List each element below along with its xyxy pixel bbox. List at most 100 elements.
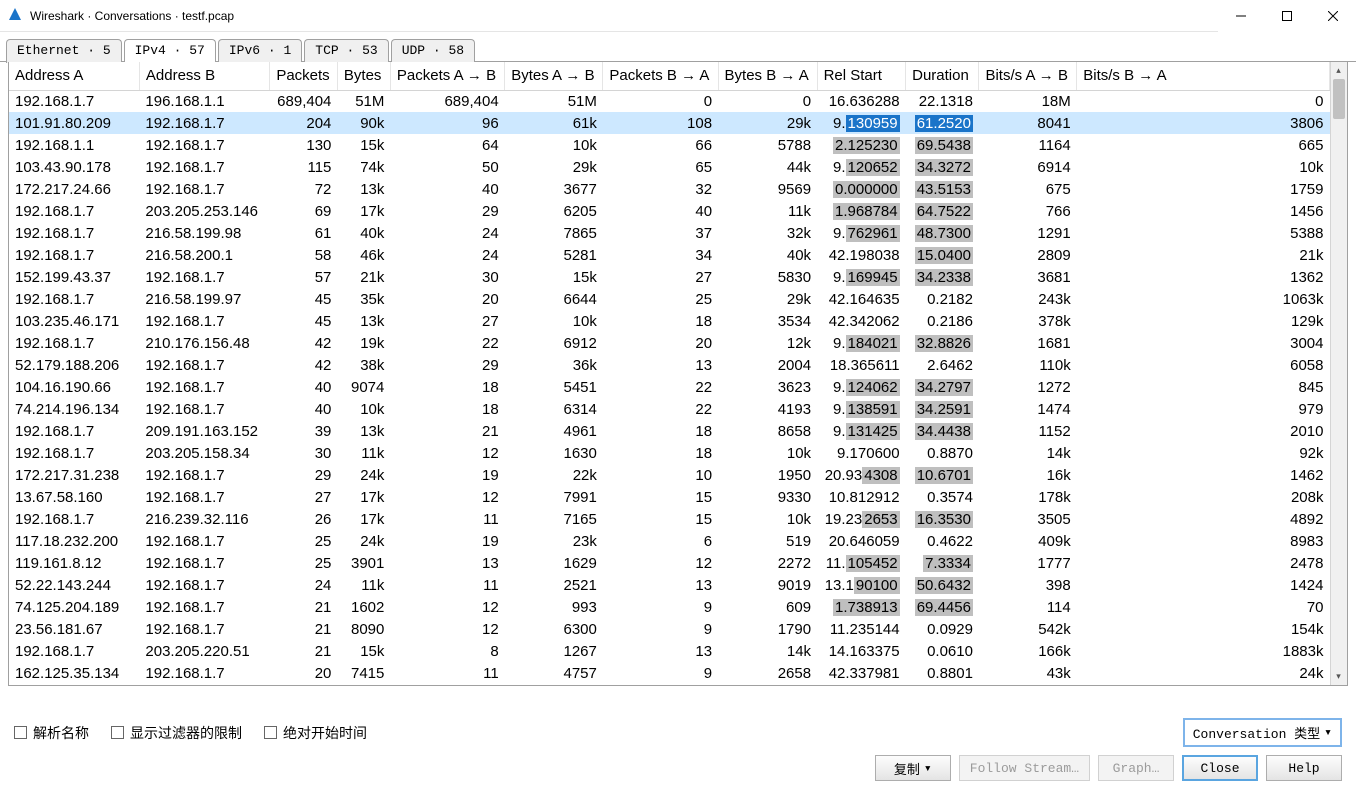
table-row[interactable]: 74.125.204.189192.168.1.7211602129939609… — [9, 596, 1330, 618]
tab-udp[interactable]: UDP · 58 — [391, 39, 475, 63]
table-row[interactable]: 13.67.58.160192.168.1.72717k127991159330… — [9, 486, 1330, 508]
col-bytes-b-a[interactable]: Bytes B → A — [718, 62, 817, 90]
cell-relstart: 9.169945 — [817, 266, 906, 288]
table-row[interactable]: 103.235.46.171192.168.1.74513k2710k18353… — [9, 310, 1330, 332]
cell-bab: 7165 — [505, 508, 603, 530]
cell-a: 192.168.1.7 — [9, 332, 139, 354]
cell-bsba: 208k — [1077, 486, 1330, 508]
tab-tcp[interactable]: TCP · 53 — [304, 39, 388, 63]
close-button[interactable]: Close — [1182, 755, 1258, 781]
limit-filter-checkbox[interactable]: 显示过滤器的限制 — [111, 723, 242, 743]
table-row[interactable]: 192.168.1.7216.239.32.1162617k1171651510… — [9, 508, 1330, 530]
table-row[interactable]: 117.18.232.200192.168.1.72524k1923k65192… — [9, 530, 1330, 552]
table-row[interactable]: 192.168.1.7216.58.200.15846k2452813440k4… — [9, 244, 1330, 266]
cell-duration: 0.2182 — [906, 288, 979, 310]
close-window-button[interactable] — [1310, 0, 1356, 32]
tab-ipv4[interactable]: IPv4 · 57 — [124, 39, 216, 63]
scrollbar-thumb[interactable] — [1333, 79, 1345, 119]
cell-bab: 6644 — [505, 288, 603, 310]
cell-b: 209.191.163.152 — [139, 420, 269, 442]
cell-bab: 4757 — [505, 662, 603, 684]
table-row[interactable]: 192.168.1.7203.205.220.512115k812671314k… — [9, 640, 1330, 662]
table-row[interactable]: 192.168.1.7216.58.199.974535k2066442529k… — [9, 288, 1330, 310]
cell-by: 8090 — [337, 618, 390, 640]
cell-b: 192.168.1.7 — [139, 596, 269, 618]
table-row[interactable]: 192.168.1.7209.191.163.1523913k214961188… — [9, 420, 1330, 442]
cell-duration: 34.4438 — [906, 420, 979, 442]
cell-bab: 22k — [505, 464, 603, 486]
help-button[interactable]: Help — [1266, 755, 1342, 781]
scroll-up-arrow[interactable]: ▴ — [1331, 62, 1346, 79]
col-rel-start[interactable]: Rel Start — [817, 62, 906, 90]
resolve-names-checkbox[interactable]: 解析名称 — [14, 723, 89, 743]
vertical-scrollbar[interactable]: ▴ ▾ — [1330, 62, 1347, 685]
cell-bba: 9330 — [718, 486, 817, 508]
table-row[interactable]: 52.22.143.244192.168.1.72411k11252113901… — [9, 574, 1330, 596]
cell-bab: 1267 — [505, 640, 603, 662]
table-row[interactable]: 52.179.188.206192.168.1.74238k2936k13200… — [9, 354, 1330, 376]
table-row[interactable]: 74.214.196.134192.168.1.74010k1863142241… — [9, 398, 1330, 420]
cell-b: 192.168.1.7 — [139, 530, 269, 552]
scroll-down-arrow[interactable]: ▾ — [1331, 668, 1346, 685]
cell-bsab: 243k — [979, 288, 1077, 310]
table-row[interactable]: 119.161.8.12192.168.1.725390113162912227… — [9, 552, 1330, 574]
cell-pab: 19 — [390, 464, 504, 486]
conversation-type-label: Conversation 类型 — [1193, 723, 1320, 742]
cell-pk: 25 — [270, 552, 338, 574]
col-packets-a-b[interactable]: Packets A → B — [390, 62, 504, 90]
cell-a: 192.168.1.7 — [9, 200, 139, 222]
table-row[interactable]: 192.168.1.7203.205.158.343011k1216301810… — [9, 442, 1330, 464]
maximize-button[interactable] — [1264, 0, 1310, 32]
cell-by: 40k — [337, 222, 390, 244]
table-row[interactable]: 23.56.181.67192.168.1.721809012630091790… — [9, 618, 1330, 640]
conversations-table: Address AAddress BPacketsBytesPackets A … — [9, 62, 1330, 684]
cell-pk: 40 — [270, 398, 338, 420]
minimize-button[interactable] — [1218, 0, 1264, 32]
col-address-b[interactable]: Address B — [139, 62, 269, 90]
tab-ethernet[interactable]: Ethernet · 5 — [6, 39, 122, 63]
cell-relstart: 9.170600 — [817, 442, 906, 464]
cell-bsba: 1063k — [1077, 288, 1330, 310]
checkbox-icon — [111, 726, 124, 739]
col-bytes[interactable]: Bytes — [337, 62, 390, 90]
table-row[interactable]: 192.168.1.7196.168.1.1689,40451M689,4045… — [9, 90, 1330, 112]
cell-bba: 44k — [718, 156, 817, 178]
col-packets[interactable]: Packets — [270, 62, 338, 90]
cell-pba: 25 — [603, 288, 718, 310]
table-row[interactable]: 152.199.43.37192.168.1.75721k3015k275830… — [9, 266, 1330, 288]
cell-relstart: 9.130959 — [817, 112, 906, 134]
table-row[interactable]: 172.217.24.66192.168.1.77213k40367732956… — [9, 178, 1330, 200]
cell-pab: 12 — [390, 442, 504, 464]
table-row[interactable]: 101.91.80.209192.168.1.720490k9661k10829… — [9, 112, 1330, 134]
cell-by: 90k — [337, 112, 390, 134]
cell-bsba: 92k — [1077, 442, 1330, 464]
table-row[interactable]: 192.168.1.7210.176.156.484219k2269122012… — [9, 332, 1330, 354]
cell-a: 152.199.43.37 — [9, 266, 139, 288]
col-packets-b-a[interactable]: Packets B → A — [603, 62, 718, 90]
cell-a: 192.168.1.7 — [9, 640, 139, 662]
abs-start-checkbox[interactable]: 绝对开始时间 — [264, 723, 367, 743]
col-duration[interactable]: Duration — [906, 62, 979, 90]
cell-pab: 30 — [390, 266, 504, 288]
tab-ipv6[interactable]: IPv6 · 1 — [218, 39, 302, 63]
table-row[interactable]: 192.168.1.1192.168.1.713015k6410k6657882… — [9, 134, 1330, 156]
table-row[interactable]: 103.43.90.178192.168.1.711574k5029k6544k… — [9, 156, 1330, 178]
cell-bba: 14k — [718, 640, 817, 662]
col-bytes-a-b[interactable]: Bytes A → B — [505, 62, 603, 90]
cell-bab: 29k — [505, 156, 603, 178]
table-row[interactable]: 192.168.1.7216.58.199.986140k2478653732k… — [9, 222, 1330, 244]
col-bits-s-a-b[interactable]: Bits/s A → B — [979, 62, 1077, 90]
cell-pab: 96 — [390, 112, 504, 134]
conversation-type-dropdown[interactable]: Conversation 类型 ▾ — [1183, 718, 1342, 747]
table-row[interactable]: 162.125.35.134192.168.1.7207415114757926… — [9, 662, 1330, 684]
cell-b: 216.239.32.116 — [139, 508, 269, 530]
table-row[interactable]: 172.217.31.238192.168.1.72924k1922k10195… — [9, 464, 1330, 486]
col-address-a[interactable]: Address A — [9, 62, 139, 90]
cell-pba: 18 — [603, 420, 718, 442]
copy-button[interactable]: 复制 ▾ — [875, 755, 951, 781]
cell-relstart: 13.190100 — [817, 574, 906, 596]
col-bits-s-b-a[interactable]: Bits/s B → A — [1077, 62, 1330, 90]
table-row[interactable]: 104.16.190.66192.168.1.74090741854512236… — [9, 376, 1330, 398]
table-row[interactable]: 192.168.1.7203.205.253.1466917k296205401… — [9, 200, 1330, 222]
cell-bsab: 675 — [979, 178, 1077, 200]
